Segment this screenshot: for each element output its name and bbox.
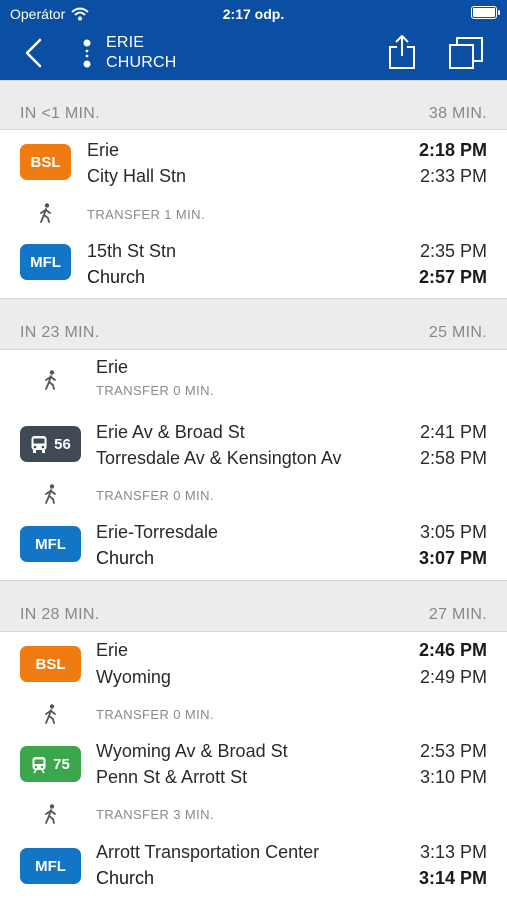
route-badge-label: MFL	[30, 253, 61, 271]
route-badge-label: 75	[53, 755, 70, 773]
destination-name: CHURCH	[106, 54, 177, 71]
route-badge-label: MFL	[35, 535, 66, 553]
route-badge: BSL	[20, 646, 81, 682]
leg: 56 Erie Av & Broad St 2:41 PM Torresdale…	[0, 412, 507, 480]
route-badge-label: BSL	[30, 153, 61, 171]
trip-duration: 38 MIN.	[428, 105, 487, 122]
walk-icon	[45, 804, 56, 824]
leg-from: Wyoming Av & Broad St	[96, 741, 288, 761]
route-badge: BSL	[20, 144, 71, 180]
status-time: 2:17 odp.	[222, 6, 285, 22]
route-badge-label: BSL	[35, 655, 66, 673]
route-badge-label: 56	[54, 435, 71, 453]
leg-from: Arrott Transportation Center	[96, 842, 320, 862]
leg-arrival: 2:49 PM	[419, 667, 487, 687]
leg-to: Church	[87, 267, 146, 287]
status-bar: Operátor 2:17 odp.	[0, 0, 507, 28]
trip-header: IN <1 MIN. 38 MIN.	[0, 80, 507, 130]
leg-from: 15th St Stn	[87, 241, 177, 261]
nav-bar: ERIE CHURCH	[0, 28, 507, 80]
leg-departure: 2:53 PM	[419, 741, 487, 761]
route-badge: 75	[20, 746, 81, 782]
leg-arrival: 3:07 PM	[418, 548, 487, 568]
origin-name: ERIE	[106, 34, 145, 51]
leg-departure: 3:05 PM	[419, 522, 487, 542]
share-icon[interactable]	[386, 34, 418, 70]
leg-arrival: 3:10 PM	[419, 767, 487, 787]
trip-option[interactable]: IN <1 MIN. 38 MIN. BSL Erie 2:18 PM City…	[0, 80, 507, 298]
leg-arrival: 2:57 PM	[418, 267, 487, 287]
leg-departure: 3:13 PM	[419, 842, 487, 862]
top-bar: Operátor 2:17 odp. ERIE CHURCH	[0, 0, 507, 80]
leg-to: Penn St & Arrott St	[96, 767, 248, 787]
leg-arrival: 3:14 PM	[418, 868, 487, 888]
leg: 75 Wyoming Av & Broad St 2:53 PM Penn St…	[0, 732, 507, 800]
trip-start: IN 23 MIN.	[20, 324, 100, 341]
leg-departure: 2:35 PM	[419, 241, 487, 261]
route-badge: MFL	[20, 848, 81, 884]
leg-to: Church	[96, 548, 155, 568]
leg-departure: 2:18 PM	[418, 140, 487, 160]
transfer-text: TRANSFER 3 MIN.	[96, 807, 214, 822]
leg: MFL Arrott Transportation Center 3:13 PM…	[0, 834, 507, 900]
route-dots-icon	[83, 39, 91, 68]
route-badge: MFL	[20, 526, 81, 562]
walk-start-name: Erie	[96, 357, 129, 377]
transfer-row: TRANSFER 1 MIN.	[0, 200, 507, 230]
transfer-text: TRANSFER 0 MIN.	[96, 383, 214, 398]
trip-duration: 25 MIN.	[428, 324, 487, 341]
route-names: ERIE CHURCH	[106, 33, 177, 73]
walk-icon	[45, 704, 56, 724]
back-chevron-icon[interactable]	[18, 36, 52, 70]
route-badge: 56	[20, 426, 81, 462]
leg: MFL 15th St Stn 2:35 PM Church 2:57 PM	[0, 230, 507, 298]
walk-leg: Erie TRANSFER 0 MIN.	[0, 350, 507, 412]
route-badge: MFL	[20, 244, 71, 280]
transfer-text: TRANSFER 0 MIN.	[96, 488, 214, 503]
transfer-text: TRANSFER 1 MIN.	[87, 207, 205, 222]
bus-icon	[31, 435, 47, 453]
leg-to: Wyoming	[96, 667, 171, 687]
trip-option[interactable]: IN 28 MIN. 27 MIN. BSL Erie 2:46 PM Wyom…	[0, 580, 507, 900]
trip-header: IN 28 MIN. 27 MIN.	[0, 580, 507, 632]
leg-from: Erie	[87, 140, 120, 160]
leg-departure: 2:41 PM	[419, 422, 487, 442]
walk-icon	[45, 484, 56, 504]
leg-from: Erie	[96, 640, 129, 660]
trip-start: IN <1 MIN.	[20, 105, 100, 122]
trip-duration: 27 MIN.	[428, 606, 487, 623]
leg-arrival: 2:33 PM	[419, 166, 487, 186]
trip-option[interactable]: IN 23 MIN. 25 MIN. Erie TRANSFER 0 MIN.	[0, 298, 507, 580]
transfer-text: TRANSFER 0 MIN.	[96, 707, 214, 722]
route-badge-label: MFL	[35, 857, 66, 875]
transfer-row: TRANSFER 3 MIN.	[0, 800, 507, 834]
leg: BSL Erie 2:18 PM City Hall Stn 2:33 PM	[0, 130, 507, 200]
leg-to: Torresdale Av & Kensington Av	[96, 448, 342, 468]
leg-departure: 2:46 PM	[418, 640, 487, 660]
walk-icon	[40, 203, 51, 223]
leg-arrival: 2:58 PM	[419, 448, 487, 468]
trolley-icon	[32, 756, 46, 773]
transfer-row: TRANSFER 0 MIN.	[0, 698, 507, 732]
battery-icon	[471, 6, 500, 19]
transfer-row: TRANSFER 0 MIN.	[0, 480, 507, 514]
walk-icon	[45, 370, 56, 390]
trip-start: IN 28 MIN.	[20, 606, 100, 623]
trip-list[interactable]: IN <1 MIN. 38 MIN. BSL Erie 2:18 PM City…	[0, 80, 507, 900]
leg-to: City Hall Stn	[87, 166, 187, 186]
leg: MFL Erie-Torresdale 3:05 PM Church 3:07 …	[0, 514, 507, 580]
duplicate-icon[interactable]	[448, 36, 484, 70]
trip-header: IN 23 MIN. 25 MIN.	[0, 298, 507, 350]
leg-from: Erie-Torresdale	[96, 522, 219, 542]
leg: BSL Erie 2:46 PM Wyoming 2:49 PM	[0, 632, 507, 698]
leg-from: Erie Av & Broad St	[96, 422, 245, 442]
leg-to: Church	[96, 868, 155, 888]
